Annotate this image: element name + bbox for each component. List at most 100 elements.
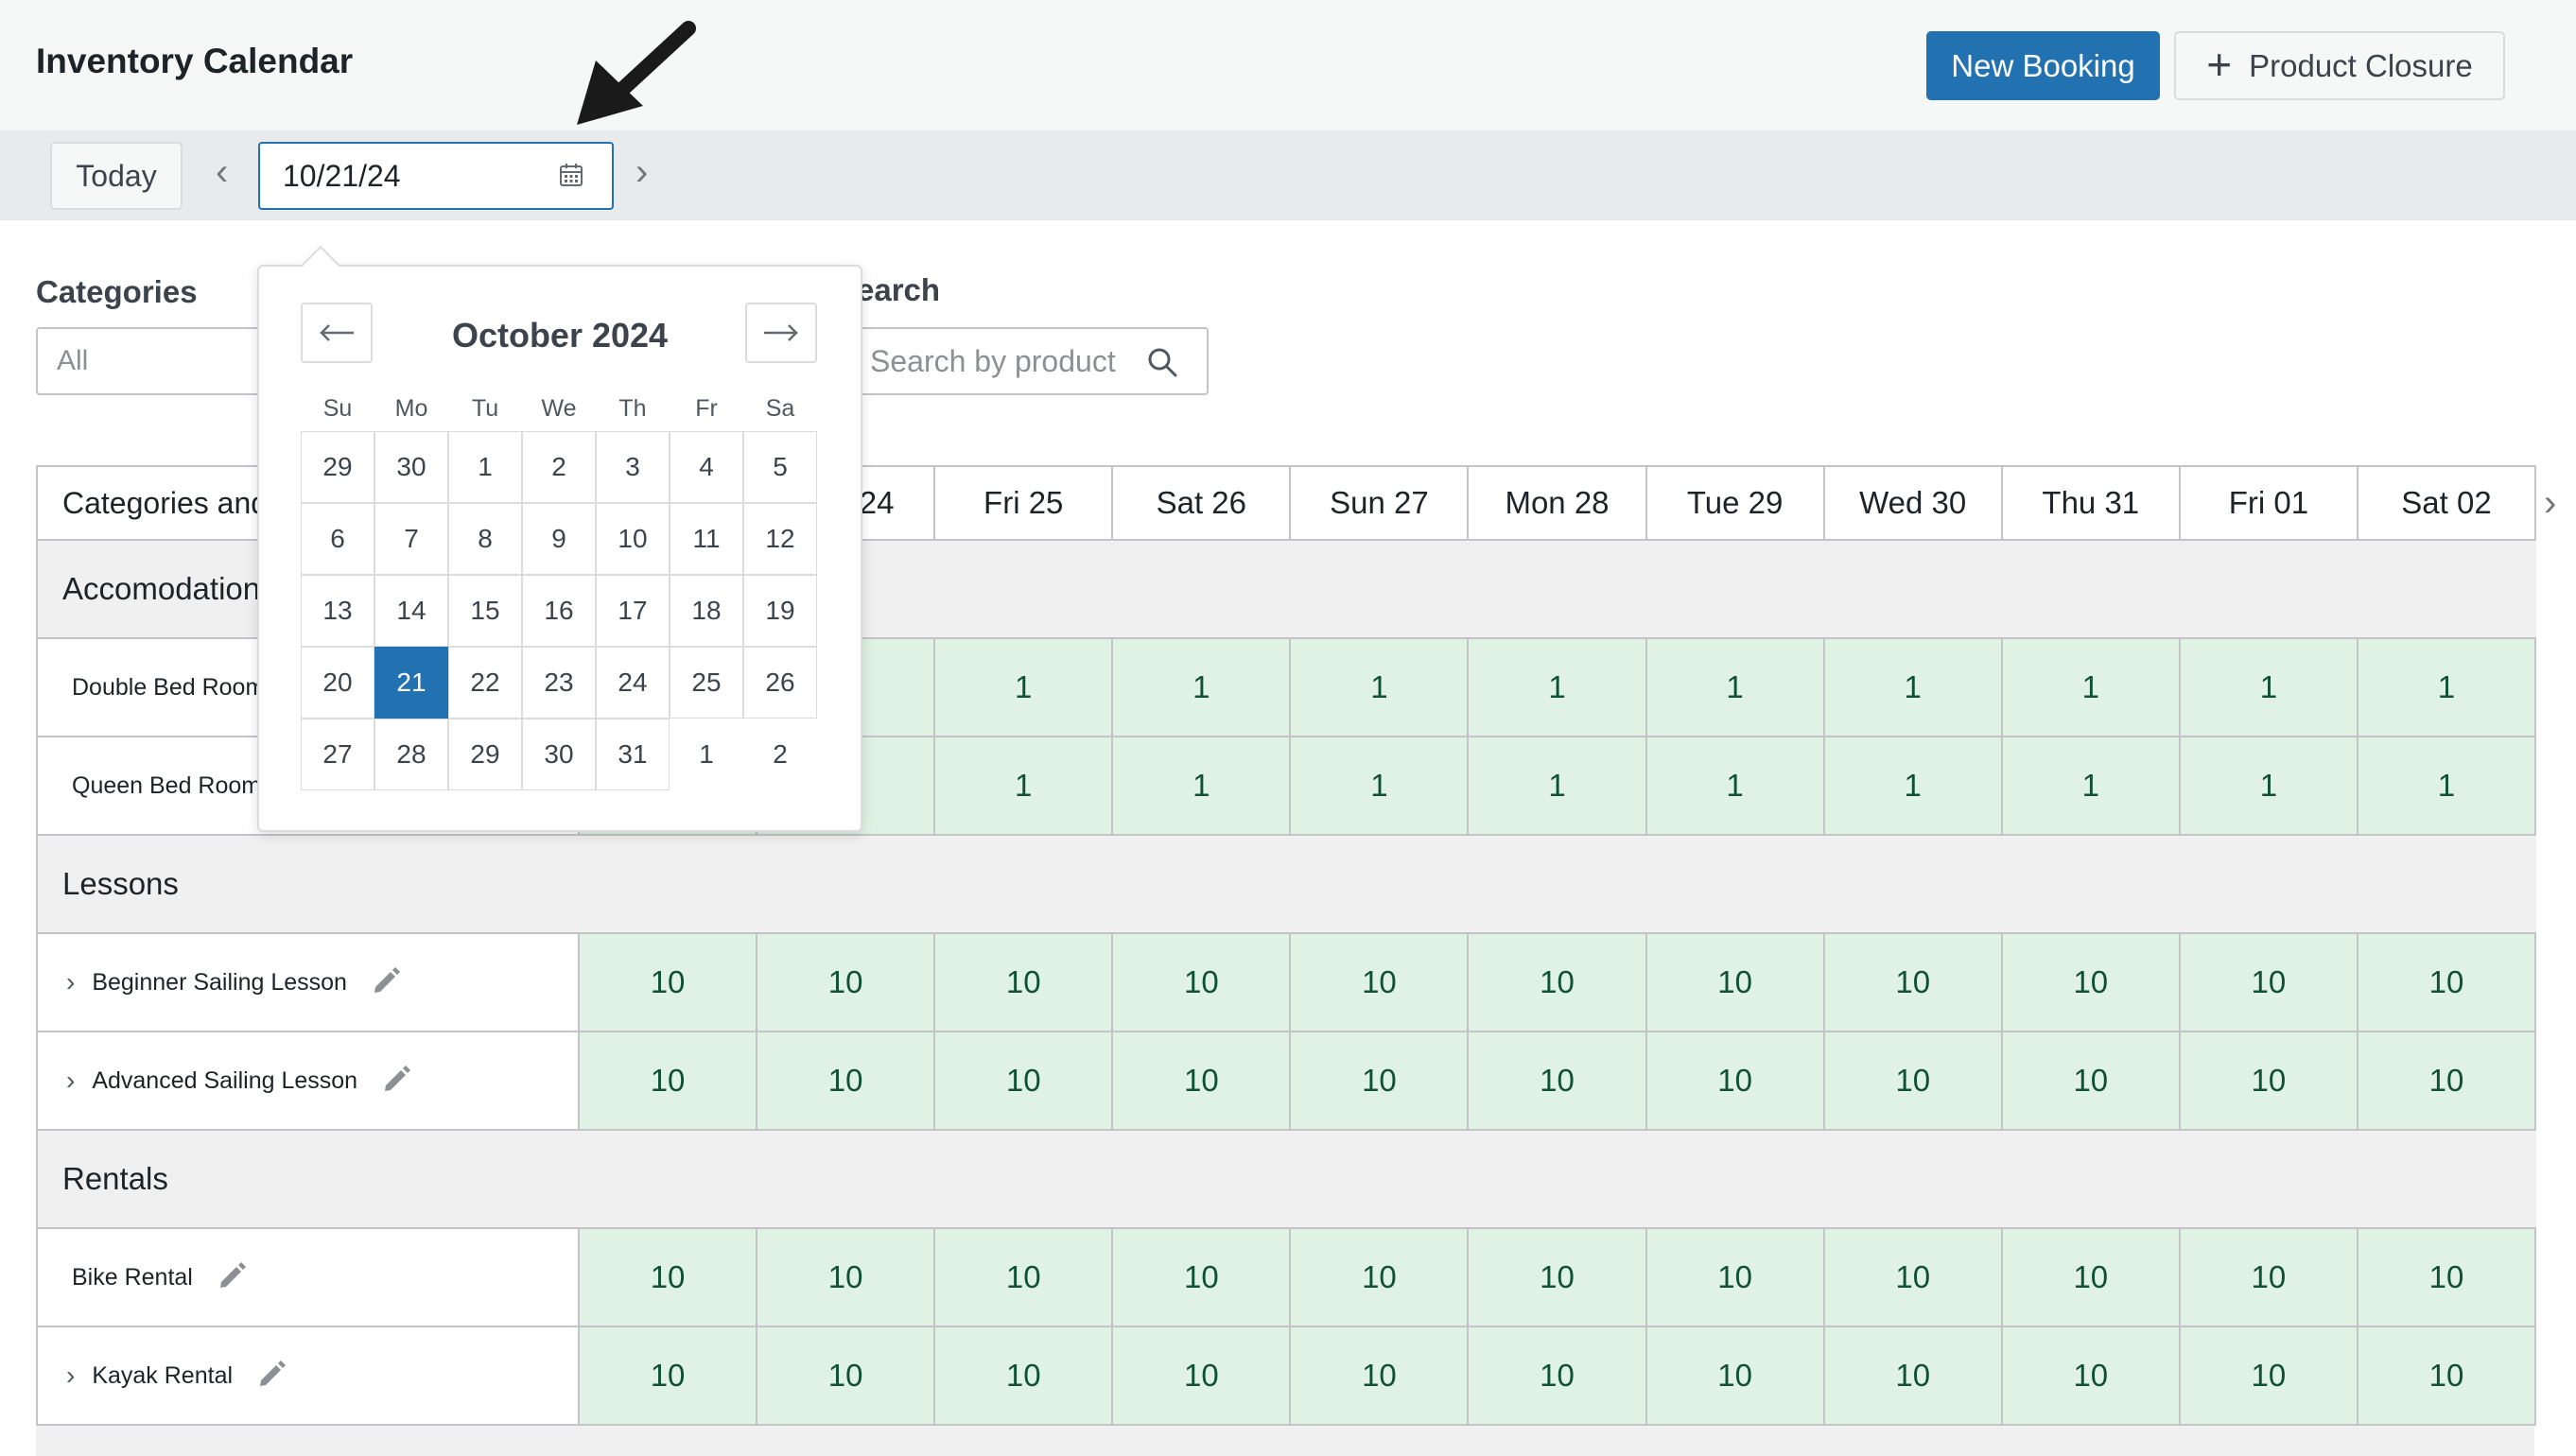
availability-cell[interactable]: 10: [580, 1032, 758, 1129]
availability-cell[interactable]: 10: [2002, 1327, 2181, 1424]
availability-cell[interactable]: 10: [1291, 934, 1470, 1031]
availability-cell[interactable]: 10: [2180, 934, 2358, 1031]
availability-cell[interactable]: 10: [757, 934, 936, 1031]
selected-day[interactable]: 21: [374, 647, 448, 719]
calendar-day[interactable]: 30: [522, 719, 596, 790]
calendar-day[interactable]: 9: [522, 503, 596, 575]
calendar-day[interactable]: 30: [374, 431, 448, 503]
availability-cell[interactable]: 10: [2358, 1032, 2537, 1129]
availability-cell[interactable]: 10: [1824, 1327, 2003, 1424]
pencil-icon[interactable]: [216, 1259, 248, 1296]
availability-cell[interactable]: 10: [1469, 1229, 1647, 1326]
availability-cell[interactable]: 10: [580, 934, 758, 1031]
availability-cell[interactable]: 10: [1113, 1032, 1292, 1129]
calendar-day[interactable]: 11: [670, 503, 743, 575]
calendar-day[interactable]: 2: [522, 431, 596, 503]
availability-cell[interactable]: 10: [2002, 934, 2181, 1031]
calendar-day[interactable]: 23: [522, 647, 596, 719]
calendar-day[interactable]: 31: [596, 719, 670, 790]
availability-cell[interactable]: 1: [2180, 639, 2358, 736]
calendar-day[interactable]: 4: [670, 431, 743, 503]
calendar-day[interactable]: 22: [448, 647, 522, 719]
availability-cell[interactable]: 1: [1469, 737, 1647, 834]
calendar-day[interactable]: 19: [743, 575, 817, 647]
availability-cell[interactable]: 1: [1291, 737, 1470, 834]
chevron-right-icon[interactable]: ›: [66, 1066, 75, 1096]
availability-cell[interactable]: 1: [1646, 737, 1825, 834]
availability-cell[interactable]: 10: [2002, 1229, 2181, 1326]
availability-cell[interactable]: 1: [1824, 737, 2003, 834]
availability-cell[interactable]: 10: [1646, 934, 1825, 1031]
availability-cell[interactable]: 10: [935, 1327, 1114, 1424]
availability-cell[interactable]: 10: [580, 1229, 758, 1326]
calendar-day[interactable]: 8: [448, 503, 522, 575]
new-booking-button[interactable]: New Booking: [1926, 31, 2160, 100]
availability-cell[interactable]: 10: [2180, 1327, 2358, 1424]
search-input[interactable]: Search by product: [832, 327, 1209, 395]
availability-cell[interactable]: 10: [1291, 1327, 1470, 1424]
previous-date-button[interactable]: ‹: [216, 151, 228, 194]
calendar-day[interactable]: 15: [448, 575, 522, 647]
calendar-day[interactable]: 7: [374, 503, 448, 575]
availability-cell[interactable]: 10: [757, 1229, 936, 1326]
calendar-day[interactable]: 2: [743, 719, 817, 790]
availability-cell[interactable]: 10: [2180, 1229, 2358, 1326]
availability-cell[interactable]: 1: [2358, 737, 2537, 834]
availability-cell[interactable]: 10: [2358, 1229, 2537, 1326]
calendar-day[interactable]: 24: [596, 647, 670, 719]
availability-cell[interactable]: 10: [935, 1032, 1114, 1129]
availability-cell[interactable]: 10: [935, 934, 1114, 1031]
calendar-day[interactable]: 28: [374, 719, 448, 790]
calendar-day[interactable]: 3: [596, 431, 670, 503]
availability-cell[interactable]: 1: [1824, 639, 2003, 736]
availability-cell[interactable]: 10: [1291, 1032, 1470, 1129]
availability-cell[interactable]: 10: [580, 1327, 758, 1424]
calendar-day[interactable]: 1: [670, 719, 743, 790]
availability-cell[interactable]: 10: [1291, 1229, 1470, 1326]
availability-cell[interactable]: 10: [1824, 1229, 2003, 1326]
availability-cell[interactable]: 10: [1113, 1327, 1292, 1424]
availability-cell[interactable]: 10: [1469, 934, 1647, 1031]
availability-cell[interactable]: 10: [1646, 1327, 1825, 1424]
calendar-day[interactable]: 27: [301, 719, 374, 790]
availability-cell[interactable]: 10: [935, 1229, 1114, 1326]
pencil-icon[interactable]: [370, 964, 402, 1001]
calendar-day[interactable]: 12: [743, 503, 817, 575]
chevron-right-icon[interactable]: ›: [66, 1361, 75, 1391]
pencil-icon[interactable]: [255, 1358, 287, 1395]
calendar-day[interactable]: 10: [596, 503, 670, 575]
next-month-button[interactable]: [745, 303, 817, 363]
availability-cell[interactable]: 10: [1113, 1229, 1292, 1326]
availability-cell[interactable]: 10: [1113, 934, 1292, 1031]
availability-cell[interactable]: 10: [757, 1327, 936, 1424]
next-days-button[interactable]: ›: [2544, 482, 2556, 525]
availability-cell[interactable]: 10: [1469, 1327, 1647, 1424]
calendar-day[interactable]: 5: [743, 431, 817, 503]
availability-cell[interactable]: 1: [935, 737, 1114, 834]
product-closure-button[interactable]: + Product Closure: [2174, 31, 2505, 100]
availability-cell[interactable]: 1: [1113, 737, 1292, 834]
availability-cell[interactable]: 10: [1646, 1032, 1825, 1129]
availability-cell[interactable]: 10: [1824, 1032, 2003, 1129]
availability-cell[interactable]: 1: [2358, 639, 2537, 736]
availability-cell[interactable]: 10: [1469, 1032, 1647, 1129]
today-button[interactable]: Today: [50, 142, 183, 210]
availability-cell[interactable]: 1: [1291, 639, 1470, 736]
calendar-day[interactable]: 26: [743, 647, 817, 719]
calendar-day[interactable]: 29: [448, 719, 522, 790]
calendar-day[interactable]: 20: [301, 647, 374, 719]
availability-cell[interactable]: 1: [2002, 737, 2181, 834]
availability-cell[interactable]: 1: [1646, 639, 1825, 736]
availability-cell[interactable]: 1: [2002, 639, 2181, 736]
calendar-day[interactable]: 25: [670, 647, 743, 719]
calendar-day[interactable]: 1: [448, 431, 522, 503]
date-input[interactable]: 10/21/24: [258, 142, 614, 210]
availability-cell[interactable]: 10: [2358, 1327, 2537, 1424]
availability-cell[interactable]: 10: [757, 1032, 936, 1129]
calendar-day[interactable]: 6: [301, 503, 374, 575]
availability-cell[interactable]: 10: [1824, 934, 2003, 1031]
availability-cell[interactable]: 1: [2180, 737, 2358, 834]
availability-cell[interactable]: 10: [1646, 1229, 1825, 1326]
calendar-day[interactable]: 29: [301, 431, 374, 503]
availability-cell[interactable]: 1: [935, 639, 1114, 736]
